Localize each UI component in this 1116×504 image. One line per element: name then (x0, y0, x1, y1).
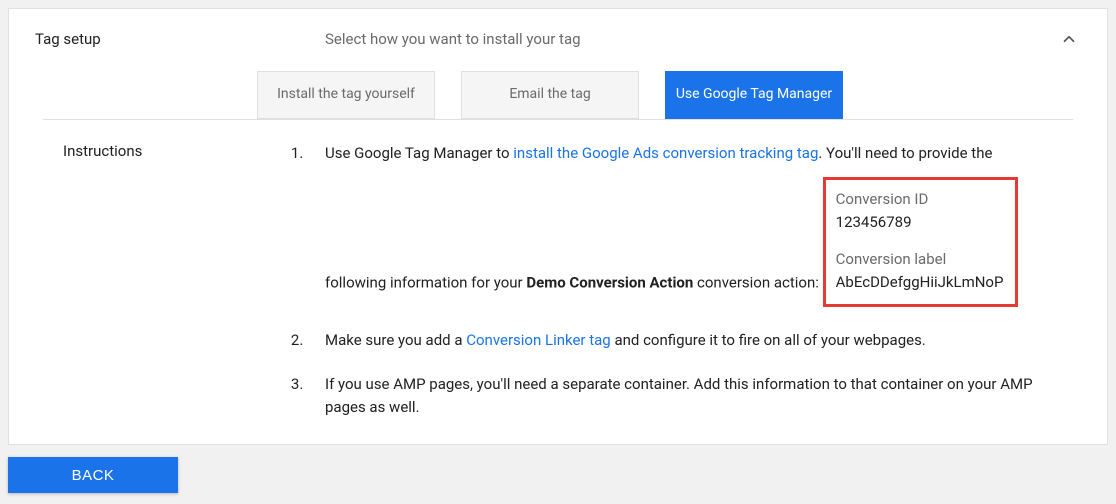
steps-list: Use Google Tag Manager to install the Go… (283, 142, 1043, 418)
step-3: If you use AMP pages, you'll need a sepa… (307, 373, 1043, 418)
tab-use-gtm[interactable]: Use Google Tag Manager (665, 71, 843, 119)
conversion-label-label: Conversion label (836, 248, 1004, 271)
chevron-up-icon (1060, 30, 1078, 48)
conversion-id-value: 123456789 (836, 211, 1004, 234)
conversion-label-row: Conversion label AbEcDDefggHiiJkLmNoP (836, 248, 1004, 294)
conversion-action-name: Demo Conversion Action (526, 273, 693, 291)
install-conversion-tag-link[interactable]: install the Google Ads conversion tracki… (513, 144, 818, 162)
conversion-label-value: AbEcDDefggHiiJkLmNoP (836, 271, 1004, 294)
step-1-text-prefix: Use Google Tag Manager to (325, 144, 513, 162)
back-button[interactable]: BACK (8, 457, 178, 493)
instructions-label: Instructions (35, 142, 283, 422)
install-method-tabs: Install the tag yourself Email the tag U… (257, 71, 1081, 119)
collapse-toggle[interactable] (1057, 27, 1081, 51)
step-2-text-suffix: and configure it to fire on all of your … (611, 331, 926, 349)
tag-setup-panel: Tag setup Select how you want to install… (8, 8, 1108, 445)
tab-install-yourself[interactable]: Install the tag yourself (257, 71, 435, 119)
conversion-linker-link[interactable]: Conversion Linker tag (466, 331, 610, 349)
conversion-id-row: Conversion ID 123456789 (836, 188, 1004, 234)
conversion-info-box: Conversion ID 123456789 Conversion label… (823, 177, 1019, 307)
instructions-content: Use Google Tag Manager to install the Go… (283, 142, 1043, 422)
panel-title: Tag setup (35, 30, 225, 48)
conversion-id-label: Conversion ID (836, 188, 1004, 211)
tab-email-tag[interactable]: Email the tag (461, 71, 639, 119)
panel-subtitle: Select how you want to install your tag (325, 30, 957, 48)
step-2-text-prefix: Make sure you add a (325, 331, 466, 349)
instructions-section: Instructions Use Google Tag Manager to i… (35, 120, 1081, 422)
panel-header: Tag setup Select how you want to install… (35, 27, 1081, 51)
step-1-text-suffix: conversion action: (693, 273, 819, 291)
step-1: Use Google Tag Manager to install the Go… (307, 142, 1043, 307)
step-2: Make sure you add a Conversion Linker ta… (307, 329, 1043, 352)
